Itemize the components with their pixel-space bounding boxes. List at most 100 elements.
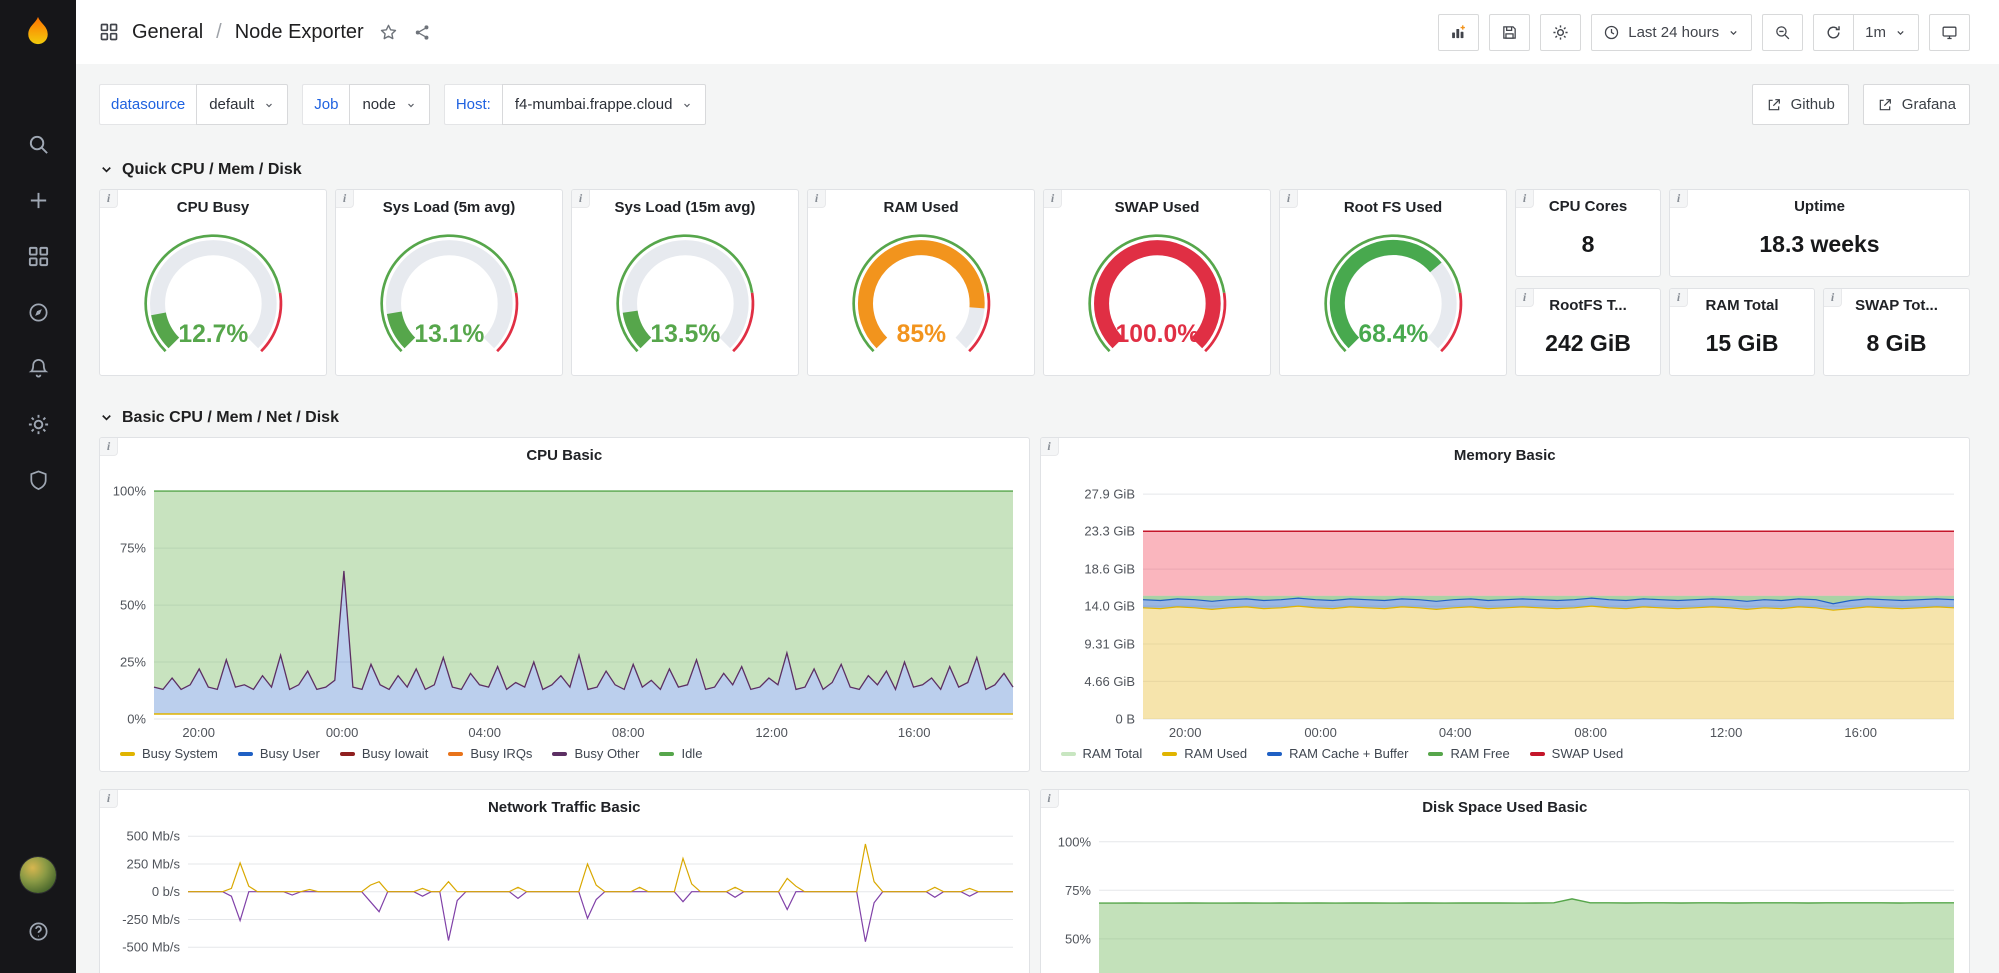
panel-title[interactable]: Uptime — [1670, 190, 1969, 220]
panel-info-icon[interactable]: i — [1041, 790, 1059, 808]
panel-title[interactable]: Sys Load (5m avg) — [336, 190, 562, 224]
github-link-button[interactable]: Github — [1752, 84, 1849, 125]
svg-text:100.0%: 100.0% — [1115, 321, 1199, 348]
legend-color-swatch — [1267, 752, 1282, 756]
cycle-view-button[interactable] — [1929, 14, 1970, 51]
breadcrumb-section[interactable]: General — [132, 21, 203, 44]
svg-text:13.5%: 13.5% — [650, 321, 720, 348]
datasource-picker[interactable]: default — [196, 84, 288, 125]
help-icon[interactable] — [0, 903, 76, 959]
panel-title[interactable]: RootFS T... — [1516, 289, 1660, 319]
legend-item[interactable]: Busy Iowait — [340, 746, 428, 761]
panel-info-icon[interactable]: i — [1041, 438, 1059, 456]
dashboard-settings-button[interactable] — [1540, 14, 1581, 51]
grafana-link-button[interactable]: Grafana — [1863, 84, 1970, 125]
host-picker[interactable]: f4-mumbai.frappe.cloud — [502, 84, 707, 125]
plus-icon[interactable] — [0, 172, 76, 228]
panel-info-icon[interactable]: i — [572, 190, 590, 208]
row-quick-cpu-mem-disk[interactable]: Quick CPU / Mem / Disk — [76, 150, 1999, 189]
panel-info-icon[interactable]: i — [1516, 289, 1534, 307]
refresh-group: 1m — [1813, 14, 1919, 51]
compass-icon[interactable] — [0, 284, 76, 340]
refresh-interval-picker[interactable]: 1m — [1854, 14, 1919, 51]
sidebar-nav — [0, 116, 76, 508]
row-title: Quick CPU / Mem / Disk — [122, 161, 302, 179]
chevron-down-icon — [1894, 26, 1907, 39]
disk-space-chart[interactable]: 100%75%50% — [1041, 824, 1970, 973]
panel-title[interactable]: Memory Basic — [1041, 438, 1970, 472]
legend-item[interactable]: SWAP Used — [1530, 746, 1624, 761]
panel-info-icon[interactable]: i — [1824, 289, 1842, 307]
breadcrumb-page-title[interactable]: Node Exporter — [235, 21, 364, 44]
row-basic-cpu-mem-net-disk[interactable]: Basic CPU / Mem / Net / Disk — [76, 398, 1999, 437]
panel-title[interactable]: CPU Basic — [100, 438, 1029, 472]
legend-color-swatch — [1061, 752, 1076, 756]
legend-item[interactable]: Busy Other — [552, 746, 639, 761]
dashboard-controls: datasource default Job node Host: f4-mum… — [76, 64, 1999, 150]
search-icon[interactable] — [0, 116, 76, 172]
legend-item[interactable]: Busy System — [120, 746, 218, 761]
user-avatar[interactable] — [0, 847, 76, 903]
legend-item[interactable]: Idle — [659, 746, 702, 761]
bell-icon[interactable] — [0, 340, 76, 396]
panel-title[interactable]: SWAP Used — [1044, 190, 1270, 224]
svg-text:100%: 100% — [113, 484, 147, 499]
star-icon[interactable] — [379, 23, 398, 42]
panel-info-icon[interactable]: i — [1516, 190, 1534, 208]
share-icon[interactable] — [413, 23, 432, 42]
panel-title[interactable]: Root FS Used — [1280, 190, 1506, 224]
panel-title[interactable]: Disk Space Used Basic — [1041, 790, 1970, 824]
panel-title[interactable]: Network Traffic Basic — [100, 790, 1029, 824]
sidebar — [0, 0, 76, 973]
panel-info-icon[interactable]: i — [1280, 190, 1298, 208]
stat-value: 15 GiB — [1670, 319, 1814, 375]
stat-value: 18.3 weeks — [1670, 220, 1969, 276]
gauge: 68.4% — [1280, 224, 1506, 370]
panel-info-icon[interactable]: i — [100, 190, 118, 208]
sidebar-bottom — [0, 847, 76, 973]
panel-info-icon[interactable]: i — [1670, 190, 1688, 208]
panel-title[interactable]: RAM Used — [808, 190, 1034, 224]
panel-info-icon[interactable]: i — [1670, 289, 1688, 307]
refresh-button[interactable] — [1813, 14, 1854, 51]
stat-value: 8 GiB — [1824, 319, 1969, 375]
legend-item[interactable]: Busy User — [238, 746, 320, 761]
panel-info-icon[interactable]: i — [1044, 190, 1062, 208]
panel-title[interactable]: RAM Total — [1670, 289, 1814, 319]
variable-host: Host: f4-mumbai.frappe.cloud — [444, 84, 707, 125]
panel-swap-used: i SWAP Used 100.0% — [1043, 189, 1271, 376]
panel-info-icon[interactable]: i — [100, 790, 118, 808]
save-dashboard-button[interactable] — [1489, 14, 1530, 51]
legend-item[interactable]: RAM Cache + Buffer — [1267, 746, 1408, 761]
shield-icon[interactable] — [0, 452, 76, 508]
main-area: General / Node Exporter — [76, 0, 1999, 973]
dashboards-icon[interactable] — [0, 228, 76, 284]
panel-sys-load-5m: i Sys Load (5m avg) 13.1% — [335, 189, 563, 376]
zoom-out-button[interactable] — [1762, 14, 1803, 51]
memory-basic-chart[interactable]: 27.9 GiB23.3 GiB18.6 GiB14.0 GiB9.31 GiB… — [1041, 472, 1970, 745]
svg-text:12.7%: 12.7% — [178, 321, 248, 348]
grafana-logo-icon[interactable] — [0, 0, 76, 64]
panel-info-icon[interactable]: i — [808, 190, 826, 208]
panel-info-icon[interactable]: i — [336, 190, 354, 208]
panel-cpu-busy: i CPU Busy 12.7% — [99, 189, 327, 376]
legend-item[interactable]: RAM Free — [1428, 746, 1509, 761]
panel-title[interactable]: Sys Load (15m avg) — [572, 190, 798, 224]
time-range-picker[interactable]: Last 24 hours — [1591, 14, 1752, 51]
network-traffic-chart[interactable]: 500 Mb/s250 Mb/s0 b/s-250 Mb/s-500 Mb/s — [100, 824, 1029, 973]
panel-title[interactable]: SWAP Tot... — [1824, 289, 1969, 319]
panel-title[interactable]: CPU Cores — [1516, 190, 1660, 220]
gauge: 85% — [808, 224, 1034, 370]
legend-item[interactable]: RAM Total — [1061, 746, 1143, 761]
cpu-basic-chart[interactable]: 100%75%50%25%0%20:0000:0004:0008:0012:00… — [100, 472, 1029, 745]
panel-title[interactable]: CPU Busy — [100, 190, 326, 224]
legend-item[interactable]: RAM Used — [1162, 746, 1247, 761]
gear-icon[interactable] — [0, 396, 76, 452]
add-panel-icon — [1450, 24, 1467, 41]
job-picker[interactable]: node — [349, 84, 429, 125]
panel-info-icon[interactable]: i — [100, 438, 118, 456]
add-panel-button[interactable] — [1438, 14, 1479, 51]
svg-text:13.1%: 13.1% — [414, 321, 484, 348]
gauge: 13.1% — [336, 224, 562, 370]
legend-item[interactable]: Busy IRQs — [448, 746, 532, 761]
